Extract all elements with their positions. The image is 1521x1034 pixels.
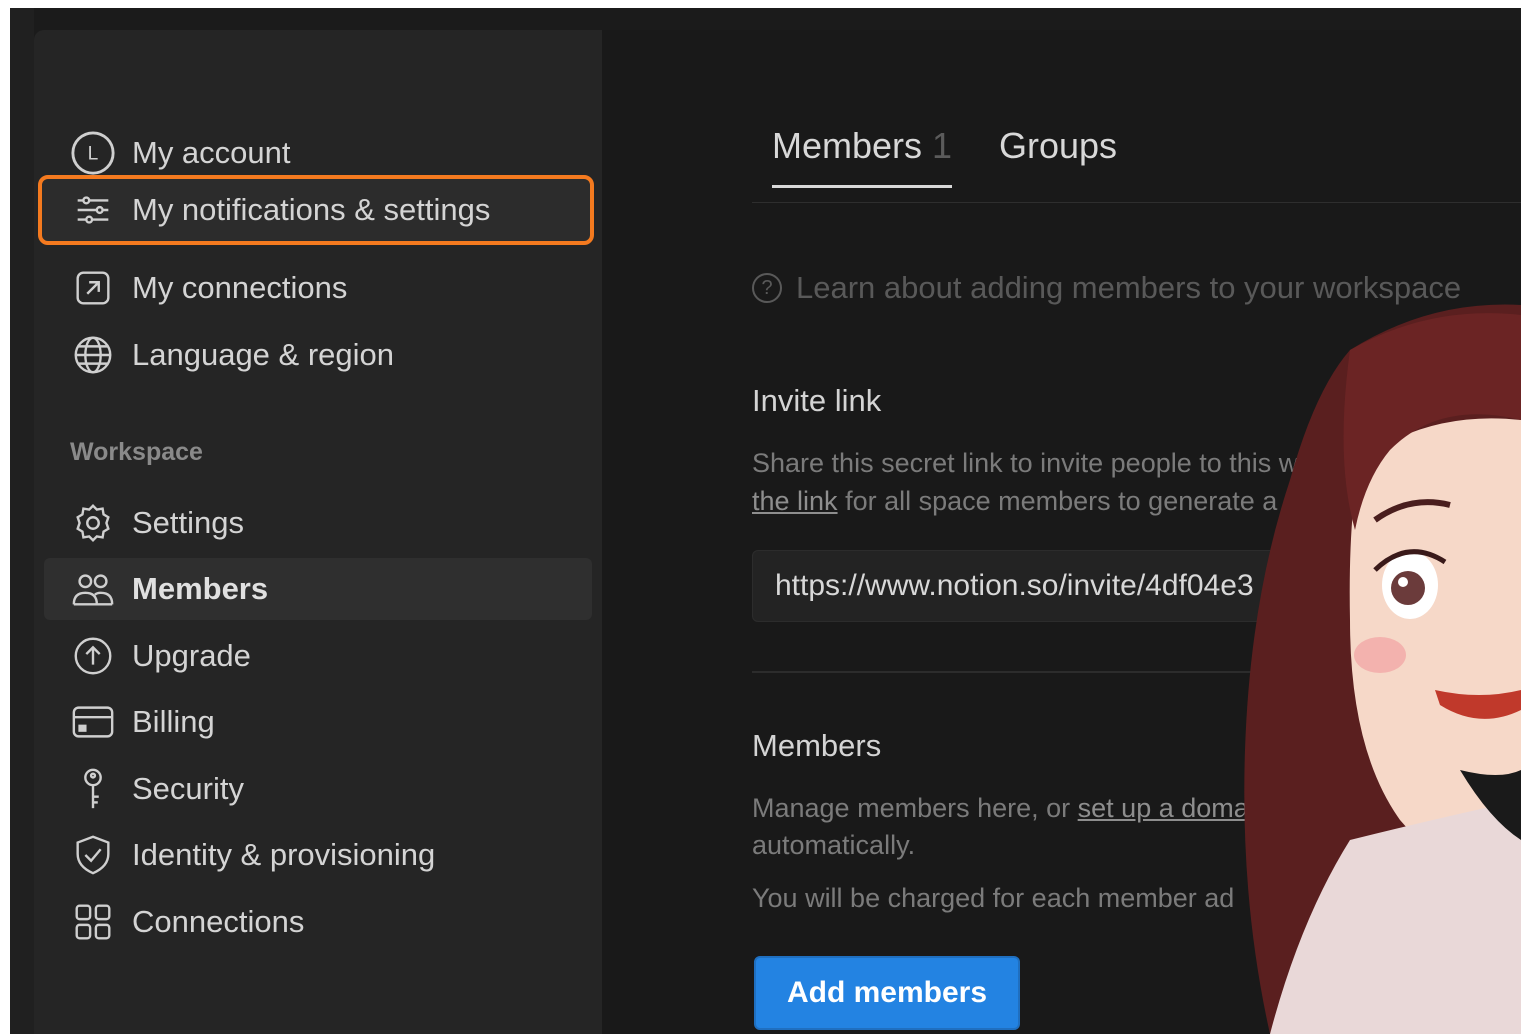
sidebar-item-identity-provisioning[interactable]: Identity & provisioning	[44, 824, 592, 886]
sidebar-item-label: Settings	[132, 505, 245, 540]
question-circle-icon: ?	[752, 273, 782, 303]
grid-icon	[68, 897, 118, 947]
sidebar-item-connections[interactable]: Connections	[44, 891, 592, 953]
sidebar-item-label: Members	[132, 571, 269, 606]
sidebar-item-label: My account	[132, 135, 291, 170]
background-app-strip	[10, 8, 34, 1034]
sidebar-item-label: Connections	[132, 904, 305, 939]
svg-text:L: L	[88, 144, 99, 165]
sidebar-item-label: Upgrade	[132, 638, 251, 673]
shield-check-icon	[68, 830, 118, 880]
arrow-up-circle-icon	[68, 631, 118, 681]
sidebar-item-my-account[interactable]: L My account	[44, 122, 592, 184]
tab-bar: Members 1 Groups	[752, 125, 1521, 197]
people-icon	[68, 564, 118, 614]
invite-link-desc-line1: Share this secret link to invite people …	[752, 448, 1299, 478]
tab-divider	[752, 202, 1521, 203]
arrow-up-right-box-icon	[68, 263, 118, 313]
sidebar-item-label: Identity & provisioning	[132, 837, 436, 872]
reset-link[interactable]: the link	[752, 486, 838, 516]
workspace-section-label: Workspace	[70, 438, 203, 466]
tab-members[interactable]: Members 1	[772, 125, 953, 188]
sidebar-item-my-connections[interactable]: My connections	[44, 257, 592, 319]
key-icon	[68, 764, 118, 814]
members-count-badge: 1	[932, 125, 953, 166]
sidebar-item-label: Billing	[132, 704, 215, 739]
setup-domain-link[interactable]: set up a doma	[1078, 793, 1249, 823]
members-desc-line1: Manage members here, or set up a doma	[752, 793, 1249, 824]
tab-groups[interactable]: Groups	[999, 125, 1117, 185]
invite-link-title: Invite link	[752, 383, 882, 418]
sidebar-item-upgrade[interactable]: Upgrade	[44, 625, 592, 687]
tab-label: Groups	[999, 125, 1118, 166]
add-members-button[interactable]: Add members	[754, 956, 1020, 1030]
cartoon-presenter-avatar	[1244, 304, 1521, 1034]
sidebar-item-label: My connections	[132, 270, 348, 305]
members-charge-note: You will be charged for each member ad	[752, 883, 1235, 913]
gear-icon	[68, 498, 118, 548]
sidebar-item-label: Language & region	[132, 337, 395, 372]
sliders-icon	[68, 185, 118, 235]
tab-label: Members	[772, 125, 923, 166]
sidebar-item-members[interactable]: Members	[44, 558, 592, 620]
sidebar-item-billing[interactable]: Billing	[44, 691, 592, 753]
sidebar-item-security[interactable]: Security	[44, 758, 592, 820]
members-desc-line2: automatically.	[752, 830, 916, 860]
sidebar-item-settings[interactable]: Settings	[44, 492, 592, 554]
globe-icon	[68, 330, 118, 380]
sidebar-item-language-region[interactable]: Language & region	[44, 324, 592, 386]
settings-sidebar: L My account My notifications & settings	[34, 30, 602, 1034]
sidebar-item-label: My notifications & settings	[132, 192, 491, 227]
sidebar-item-label: Security	[132, 771, 244, 806]
members-section-title: Members	[752, 728, 882, 763]
desc-text: Manage members here, or	[752, 793, 1078, 823]
credit-card-icon	[68, 697, 118, 747]
user-circle-icon: L	[68, 128, 118, 178]
sidebar-item-my-notifications[interactable]: My notifications & settings	[44, 179, 592, 241]
invite-link-desc-line2: the link for all space members to genera…	[752, 486, 1300, 517]
